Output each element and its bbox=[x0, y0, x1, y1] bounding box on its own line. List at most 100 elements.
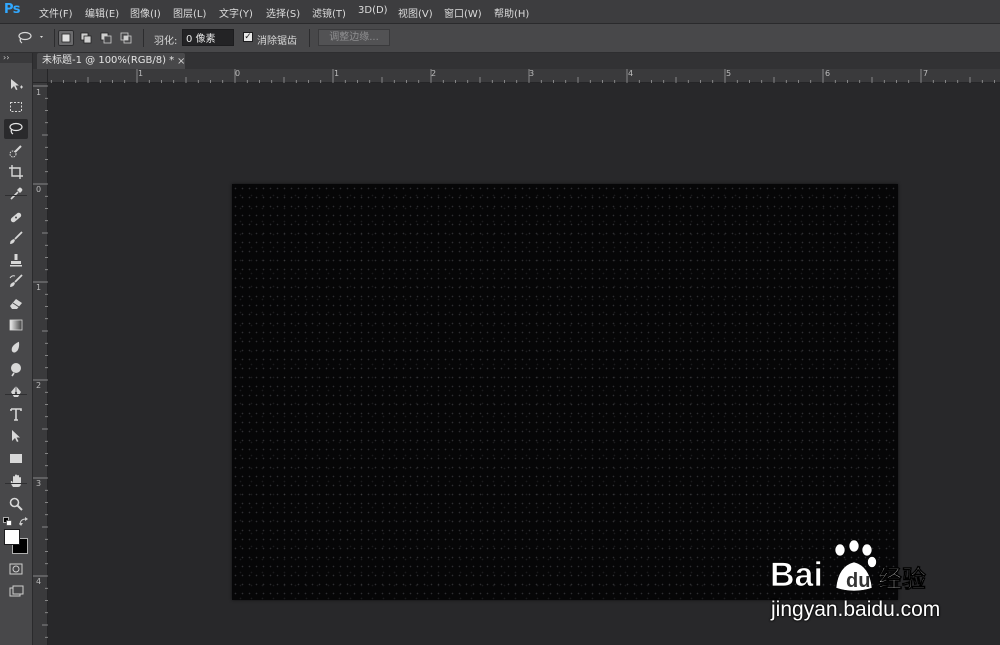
marquee-tool[interactable] bbox=[4, 97, 28, 117]
ruler-v-label: 3 bbox=[36, 479, 42, 488]
add-to-selection-button[interactable] bbox=[78, 30, 94, 46]
watermark-url: jingyan.baidu.com bbox=[771, 598, 941, 621]
default-colors-icon[interactable] bbox=[3, 517, 13, 527]
gradient-tool[interactable] bbox=[4, 315, 28, 335]
rectangle-tool[interactable] bbox=[4, 448, 28, 468]
quick-selection-tool[interactable] bbox=[4, 141, 28, 161]
horizontal-ruler-ticks bbox=[50, 69, 995, 83]
ruler-v-label: 0 bbox=[36, 185, 42, 194]
antialias-checkbox[interactable]: ✓ bbox=[243, 32, 253, 42]
feather-label: 羽化: bbox=[154, 36, 178, 47]
path-selection-tool-icon bbox=[12, 430, 20, 442]
antialias-label: 消除锯齿 bbox=[257, 36, 297, 47]
crop-tool[interactable] bbox=[4, 162, 28, 182]
lasso-tool[interactable] bbox=[4, 119, 28, 139]
horizontal-ruler[interactable]: 1 0 1 2 3 4 5 6 7 bbox=[48, 69, 1000, 83]
menu-select[interactable]: 选择(S) bbox=[266, 5, 300, 20]
ruler-h-label: 6 bbox=[825, 69, 831, 78]
refine-edge-button[interactable]: 调整边缘... bbox=[318, 29, 390, 46]
clone-stamp-tool[interactable] bbox=[4, 250, 28, 270]
crop-tool-icon bbox=[9, 165, 23, 179]
options-separator bbox=[309, 29, 310, 47]
foreground-color-swatch[interactable] bbox=[4, 529, 20, 545]
menu-file[interactable]: 文件(F) bbox=[39, 5, 73, 20]
eyedropper-tool[interactable] bbox=[4, 184, 28, 204]
menu-3d[interactable]: 3D(D) bbox=[358, 5, 388, 16]
feather-input[interactable] bbox=[182, 29, 234, 46]
type-tool[interactable] bbox=[4, 404, 28, 424]
marquee-tool-icon bbox=[10, 102, 22, 112]
document-tab-bar: 未标题-1 @ 100%(RGB/8) * × bbox=[33, 53, 1000, 69]
tools-panel-header[interactable]: ›› bbox=[0, 53, 32, 63]
pen-tool[interactable] bbox=[4, 382, 28, 402]
brush-tool[interactable] bbox=[4, 228, 28, 248]
type-tool-icon bbox=[10, 408, 22, 421]
subtract-selection-icon bbox=[100, 32, 112, 44]
options-bar: 羽化: ✓ 消除锯齿 调整边缘... bbox=[0, 24, 1000, 53]
vertical-ruler-ticks bbox=[33, 85, 48, 638]
menu-layer[interactable]: 图层(L) bbox=[173, 5, 206, 20]
pen-tool-icon bbox=[11, 386, 21, 397]
gradient-tool-icon bbox=[9, 319, 23, 331]
ruler-h-label: 1 bbox=[334, 69, 340, 78]
menu-edit[interactable]: 编辑(E) bbox=[85, 5, 119, 20]
eyedropper-tool-icon bbox=[10, 187, 23, 200]
quick-mask-button[interactable] bbox=[4, 559, 28, 579]
menu-window[interactable]: 窗口(W) bbox=[444, 5, 482, 20]
svg-text:du: du bbox=[846, 570, 870, 592]
document-tab[interactable]: 未标题-1 @ 100%(RGB/8) * × bbox=[37, 53, 185, 69]
collapse-icon[interactable]: ›› bbox=[3, 53, 9, 62]
ruler-h-label: 7 bbox=[923, 69, 929, 78]
ruler-h-label: 1 bbox=[138, 69, 144, 78]
blur-tool-icon bbox=[11, 341, 20, 353]
menu-type[interactable]: 文字(Y) bbox=[219, 5, 253, 20]
tools-panel: ›› bbox=[0, 53, 33, 645]
menu-help[interactable]: 帮助(H) bbox=[494, 5, 529, 20]
quick-mask-icon bbox=[9, 563, 23, 575]
menu-filter[interactable]: 滤镜(T) bbox=[312, 5, 346, 20]
dodge-tool-icon bbox=[11, 363, 21, 377]
brush-tool-icon bbox=[10, 231, 23, 244]
lasso-icon bbox=[18, 31, 43, 44]
subtract-from-selection-button[interactable] bbox=[98, 30, 114, 46]
quick-selection-tool-icon bbox=[9, 145, 22, 158]
ruler-h-label: 0 bbox=[235, 69, 241, 78]
dodge-tool[interactable] bbox=[4, 359, 28, 379]
screen-mode-button[interactable] bbox=[4, 581, 28, 601]
zoom-tool-icon bbox=[9, 497, 23, 511]
add-selection-icon bbox=[80, 32, 92, 44]
new-selection-button[interactable] bbox=[58, 30, 74, 46]
clone-stamp-tool-icon bbox=[10, 254, 22, 267]
history-brush-tool-icon bbox=[9, 274, 23, 287]
swap-colors-icon[interactable] bbox=[19, 517, 29, 527]
close-tab-icon[interactable]: × bbox=[177, 54, 185, 70]
tool-preset-picker[interactable] bbox=[14, 30, 46, 46]
move-tool[interactable] bbox=[4, 75, 28, 95]
hand-tool[interactable] bbox=[4, 471, 28, 491]
menu-view[interactable]: 视图(V) bbox=[398, 5, 433, 20]
intersect-selection-button[interactable] bbox=[118, 30, 134, 46]
hand-tool-icon bbox=[10, 474, 21, 487]
move-tool-icon bbox=[11, 79, 23, 90]
new-selection-icon bbox=[61, 33, 71, 43]
options-separator bbox=[143, 29, 144, 47]
menu-image[interactable]: 图像(I) bbox=[130, 5, 161, 20]
ruler-origin[interactable] bbox=[33, 69, 48, 83]
menu-bar: Ps 文件(F) 编辑(E) 图像(I) 图层(L) 文字(Y) 选择(S) 滤… bbox=[0, 0, 1000, 24]
lasso-tool-icon bbox=[9, 122, 23, 135]
rectangle-tool-icon bbox=[10, 454, 22, 463]
history-brush-tool[interactable] bbox=[4, 271, 28, 291]
eraser-tool[interactable] bbox=[4, 293, 28, 313]
tools-separator bbox=[5, 195, 27, 196]
zoom-tool[interactable] bbox=[4, 494, 28, 514]
ruler-v-label: 4 bbox=[36, 577, 42, 586]
vertical-ruler[interactable]: 1 0 1 2 3 4 bbox=[33, 83, 48, 645]
screen-mode-icon bbox=[9, 585, 24, 597]
ruler-v-label: 1 bbox=[36, 88, 42, 97]
blur-tool[interactable] bbox=[4, 337, 28, 357]
intersect-selection-icon bbox=[120, 32, 132, 44]
healing-brush-tool-icon bbox=[10, 212, 22, 223]
healing-brush-tool[interactable] bbox=[4, 207, 28, 227]
options-separator bbox=[54, 29, 55, 47]
path-selection-tool[interactable] bbox=[4, 426, 28, 446]
